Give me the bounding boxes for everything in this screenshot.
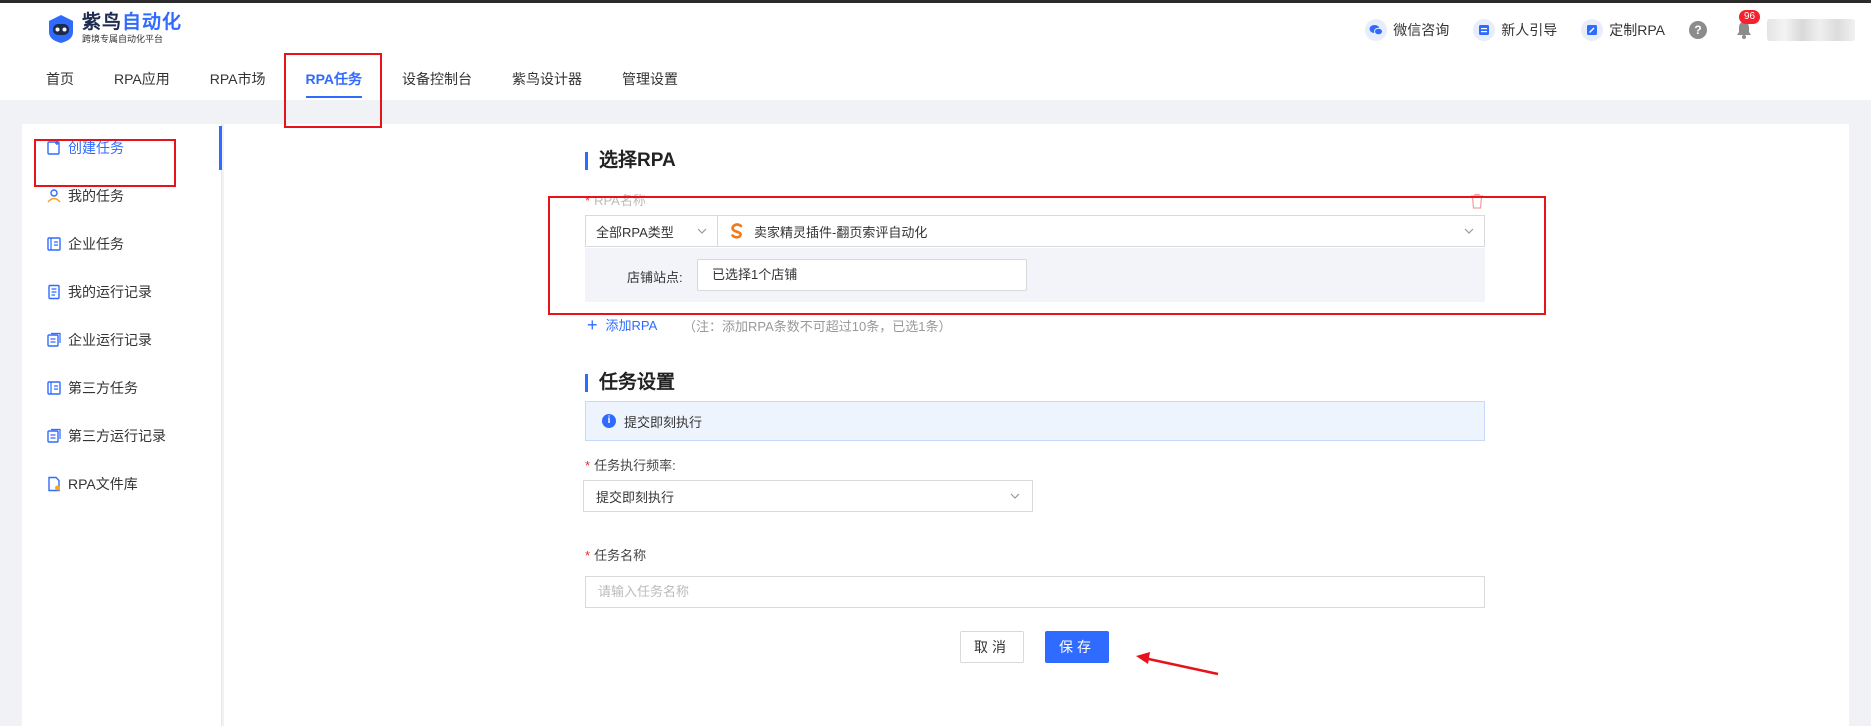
rpa-type-value: 全部RPA类型 [596, 224, 674, 240]
header-actions: 微信咨询 新人引导 定制RPA ? 96 [1365, 10, 1871, 42]
brand-title: 紫鸟自动化 [82, 12, 183, 33]
user-avatar-blurred[interactable] [1767, 19, 1855, 41]
sidebar-item-my-tasks[interactable]: 我的任务 [22, 172, 221, 220]
sidebar-item-label: 创建任务 [68, 140, 124, 156]
file-library-icon [48, 476, 60, 492]
logo-mark-icon [49, 15, 73, 43]
third-party-task-icon [47, 381, 61, 395]
sidebar-item-label: 第三方任务 [68, 380, 138, 396]
nav-rpa-apps[interactable]: RPA应用 [114, 66, 170, 100]
rpa-name-value: 卖家精灵插件-翻页索评自动化 [754, 224, 928, 240]
create-task-icon [47, 141, 60, 155]
frequency-select[interactable]: 提交即刻执行 [583, 480, 1033, 512]
sidebar-item-third-party-tasks[interactable]: 第三方任务 [22, 364, 221, 412]
sidebar-item-label: 企业任务 [68, 236, 124, 252]
add-rpa-label: 添加RPA [605, 318, 658, 333]
info-icon: i [602, 414, 616, 428]
sidebar-item-label: 第三方运行记录 [68, 428, 166, 444]
wechat-consult-link[interactable]: 微信咨询 [1365, 19, 1449, 41]
newbie-guide-link[interactable]: 新人引导 [1473, 19, 1557, 41]
notification-bell-icon[interactable]: 96 [1735, 10, 1761, 40]
rpa-type-select[interactable]: 全部RPA类型 [586, 216, 718, 246]
nav-rpa-tasks[interactable]: RPA任务 [305, 66, 362, 100]
chevron-down-icon [1010, 493, 1020, 499]
nav-device-console[interactable]: 设备控制台 [402, 66, 472, 100]
rpa-select-row: 全部RPA类型 卖家精灵插件-翻页索评自动化 [585, 215, 1485, 247]
nav-designer[interactable]: 紫鸟设计器 [512, 66, 582, 100]
custom-rpa-label: 定制RPA [1609, 22, 1665, 38]
rpa-name-label: * RPA名称 [585, 193, 646, 208]
user-icon [47, 189, 61, 203]
chevron-down-icon [697, 228, 707, 234]
frequency-value: 提交即刻执行 [596, 489, 675, 505]
task-name-label: * 任务名称 [585, 548, 647, 563]
store-site-label: 店铺站点: [627, 270, 683, 285]
store-site-input[interactable]: 已选择1个店铺 [697, 259, 1027, 291]
sidebar-item-label: 我的运行记录 [68, 284, 152, 300]
nav-home[interactable]: 首页 [46, 66, 74, 100]
delete-trash-icon[interactable] [1470, 193, 1484, 209]
wechat-consult-label: 微信咨询 [1393, 22, 1450, 38]
enterprise-record-icon [47, 332, 61, 347]
guide-book-icon [1473, 19, 1496, 41]
app-header: 紫鸟自动化 跨境专属自动化平台 首页 RPA应用 RPA市场 RPA任务 设备控… [0, 3, 1871, 100]
run-record-icon [48, 284, 60, 300]
sidebar: 创建任务 我的任务 企业任务 我的运行记录 企业运行记录 第三方任务 第三方运行… [22, 124, 222, 726]
select-rpa-title: 选择RPA [585, 151, 676, 170]
sidebar-item-create-task[interactable]: 创建任务 [22, 124, 222, 172]
help-icon[interactable]: ? [1689, 21, 1707, 39]
info-text: 提交即刻执行 [624, 414, 703, 430]
execution-info-alert: i 提交即刻执行 [585, 401, 1485, 441]
nav-admin-settings[interactable]: 管理设置 [622, 66, 678, 100]
task-name-input[interactable]: 请输入任务名称 [585, 576, 1485, 608]
sidebar-item-my-run-records[interactable]: 我的运行记录 [22, 268, 221, 316]
sidebar-item-label: RPA文件库 [68, 476, 138, 492]
third-party-record-icon [47, 428, 61, 443]
sidebar-item-enterprise-tasks[interactable]: 企业任务 [22, 220, 221, 268]
cancel-button[interactable]: 取消 [960, 631, 1024, 663]
enterprise-task-icon [47, 237, 61, 251]
sidebar-item-label: 企业运行记录 [68, 332, 152, 348]
store-site-panel: 店铺站点: 已选择1个店铺 [585, 248, 1485, 302]
seller-sprite-logo-icon [731, 223, 743, 239]
rpa-name-select[interactable]: 卖家精灵插件-翻页索评自动化 [718, 216, 1484, 246]
wechat-icon [1365, 19, 1388, 41]
newbie-guide-label: 新人引导 [1501, 22, 1558, 38]
notification-count-badge: 96 [1739, 10, 1761, 24]
custom-edit-icon [1581, 19, 1604, 41]
annotation-arrow [1136, 652, 1219, 676]
add-rpa-note: （注：添加RPA条数不可超过10条，已选1条） [683, 319, 952, 334]
sidebar-item-rpa-file-library[interactable]: RPA文件库 [22, 460, 221, 508]
save-button[interactable]: 保存 [1045, 631, 1109, 663]
frequency-label: * 任务执行频率: [585, 458, 676, 473]
custom-rpa-link[interactable]: 定制RPA [1581, 19, 1665, 41]
chevron-down-icon [1464, 228, 1474, 234]
sidebar-item-label: 我的任务 [68, 188, 124, 204]
task-settings-title: 任务设置 [585, 373, 675, 392]
add-rpa-button[interactable]: + 添加RPA [587, 315, 657, 334]
sidebar-item-enterprise-run-records[interactable]: 企业运行记录 [22, 316, 221, 364]
nav-rpa-market[interactable]: RPA市场 [210, 66, 266, 100]
brand-subtitle: 跨境专属自动化平台 [82, 34, 164, 44]
main-nav: 首页 RPA应用 RPA市场 RPA任务 设备控制台 紫鸟设计器 管理设置 [46, 66, 718, 100]
brand-logo[interactable]: 紫鸟自动化 跨境专属自动化平台 [46, 13, 182, 45]
plus-icon: + [587, 314, 598, 335]
sidebar-item-third-party-run-records[interactable]: 第三方运行记录 [22, 412, 221, 460]
